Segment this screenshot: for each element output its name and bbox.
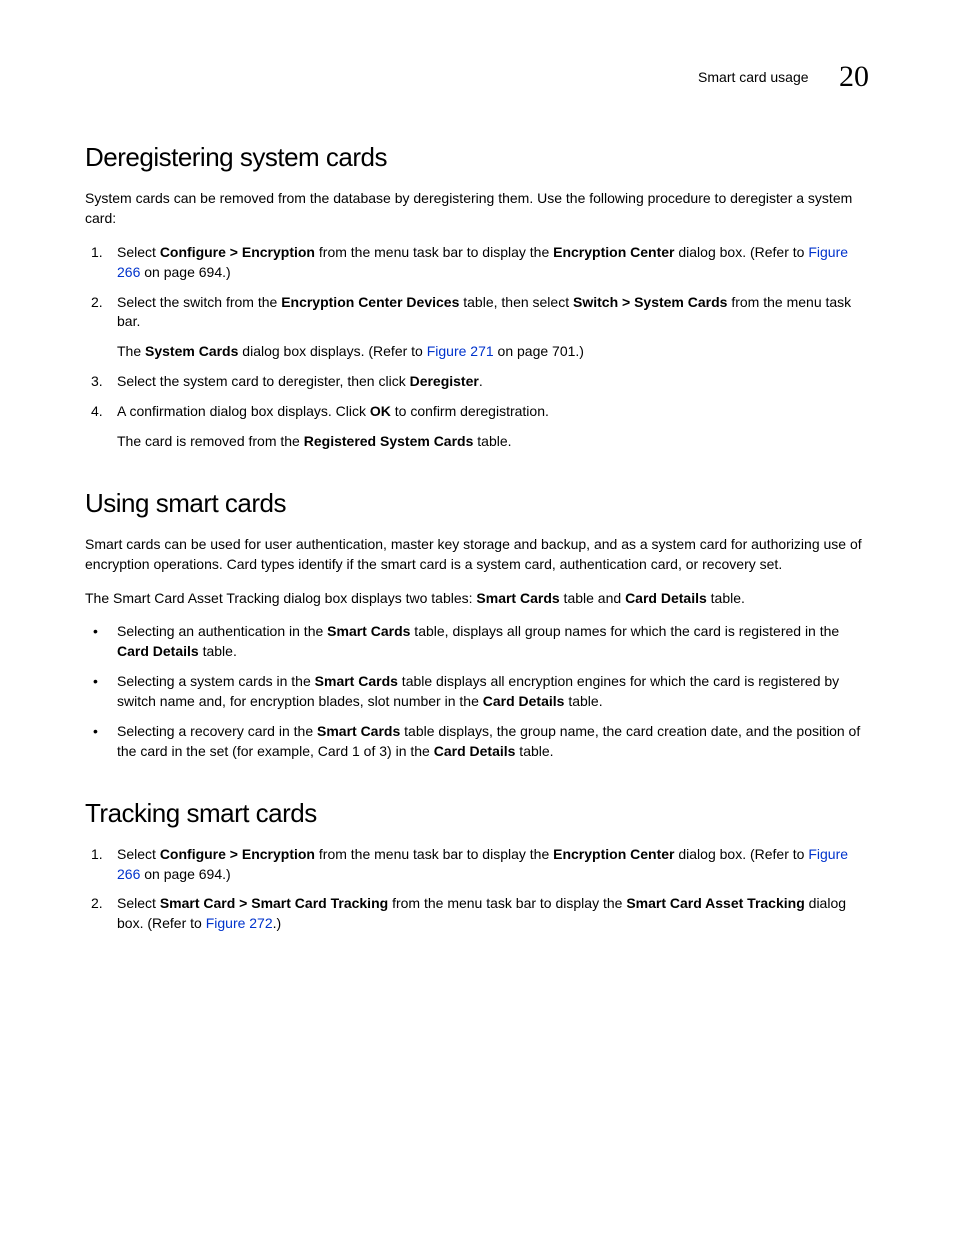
text: dialog box displays. (Refer to bbox=[238, 343, 426, 359]
figure-link[interactable]: Figure 272 bbox=[206, 915, 273, 931]
text: .) bbox=[273, 915, 282, 931]
running-header: Smart card usage 20 bbox=[85, 60, 869, 94]
text: Select bbox=[117, 895, 160, 911]
text: A confirmation dialog box displays. Clic… bbox=[117, 403, 370, 419]
bold-text: Card Details bbox=[625, 590, 707, 606]
bold-text: Smart Card Asset Tracking bbox=[626, 895, 804, 911]
body-paragraph: The Smart Card Asset Tracking dialog box… bbox=[85, 589, 869, 609]
bold-text: Card Details bbox=[117, 643, 199, 659]
sub-paragraph: The System Cards dialog box displays. (R… bbox=[117, 342, 869, 362]
header-section-label: Smart card usage bbox=[698, 69, 809, 85]
list-item: Selecting an authentication in the Smart… bbox=[85, 622, 869, 662]
body-paragraph: Smart cards can be used for user authent… bbox=[85, 535, 869, 575]
bold-text: Registered System Cards bbox=[304, 433, 474, 449]
text: on page 701.) bbox=[494, 343, 584, 359]
bold-text: Smart Card > Smart Card Tracking bbox=[160, 895, 388, 911]
text: dialog box. (Refer to bbox=[674, 846, 808, 862]
bold-text: Smart Cards bbox=[327, 623, 410, 639]
list-item: Select Configure > Encryption from the m… bbox=[85, 845, 869, 885]
list-item: Select Configure > Encryption from the m… bbox=[85, 243, 869, 283]
text: The card is removed from the bbox=[117, 433, 304, 449]
text: from the menu task bar to display the bbox=[388, 895, 626, 911]
bold-text: Card Details bbox=[483, 693, 565, 709]
list-item: Select the system card to deregister, th… bbox=[85, 372, 869, 392]
heading-using: Using smart cards bbox=[85, 488, 869, 519]
bold-text: Card Details bbox=[434, 743, 516, 759]
text: The Smart Card Asset Tracking dialog box… bbox=[85, 590, 476, 606]
text: table. bbox=[564, 693, 602, 709]
bold-text: OK bbox=[370, 403, 391, 419]
text: table and bbox=[560, 590, 625, 606]
list-item: Selecting a recovery card in the Smart C… bbox=[85, 722, 869, 762]
text: from the menu task bar to display the bbox=[315, 846, 553, 862]
list-item: Selecting a system cards in the Smart Ca… bbox=[85, 672, 869, 712]
list-item: Select Smart Card > Smart Card Tracking … bbox=[85, 894, 869, 934]
text: on page 694.) bbox=[140, 264, 230, 280]
bold-text: System Cards bbox=[145, 343, 238, 359]
text: Select the system card to deregister, th… bbox=[117, 373, 410, 389]
bold-text: Encryption Center bbox=[553, 846, 674, 862]
intro-paragraph: System cards can be removed from the dat… bbox=[85, 189, 869, 229]
text: dialog box. (Refer to bbox=[674, 244, 808, 260]
text: to confirm deregistration. bbox=[391, 403, 549, 419]
text: from the menu task bar to display the bbox=[315, 244, 553, 260]
text: Select bbox=[117, 846, 160, 862]
bold-text: Encryption Center bbox=[553, 244, 674, 260]
sub-paragraph: The card is removed from the Registered … bbox=[117, 432, 869, 452]
bold-text: Smart Cards bbox=[476, 590, 559, 606]
text: Selecting a system cards in the bbox=[117, 673, 315, 689]
text: table. bbox=[515, 743, 553, 759]
text: Selecting a recovery card in the bbox=[117, 723, 317, 739]
heading-tracking: Tracking smart cards bbox=[85, 798, 869, 829]
using-bullets: Selecting an authentication in the Smart… bbox=[85, 622, 869, 761]
bold-text: Configure > Encryption bbox=[160, 244, 315, 260]
tracking-steps: Select Configure > Encryption from the m… bbox=[85, 845, 869, 935]
deregister-steps: Select Configure > Encryption from the m… bbox=[85, 243, 869, 452]
bold-text: Smart Cards bbox=[315, 673, 398, 689]
heading-deregistering: Deregistering system cards bbox=[85, 142, 869, 173]
list-item: Select the switch from the Encryption Ce… bbox=[85, 293, 869, 363]
bold-text: Encryption Center Devices bbox=[281, 294, 459, 310]
text: Select bbox=[117, 244, 160, 260]
text: The bbox=[117, 343, 145, 359]
text: table. bbox=[707, 590, 745, 606]
text: Selecting an authentication in the bbox=[117, 623, 327, 639]
bold-text: Switch > System Cards bbox=[573, 294, 727, 310]
bold-text: Configure > Encryption bbox=[160, 846, 315, 862]
text: table, displays all group names for whic… bbox=[410, 623, 839, 639]
page: Smart card usage 20 Deregistering system… bbox=[0, 0, 954, 1008]
list-item: A confirmation dialog box displays. Clic… bbox=[85, 402, 869, 452]
text: table, then select bbox=[459, 294, 573, 310]
text: on page 694.) bbox=[140, 866, 230, 882]
figure-link[interactable]: Figure 271 bbox=[427, 343, 494, 359]
header-chapter-number: 20 bbox=[839, 60, 869, 94]
bold-text: Deregister bbox=[410, 373, 479, 389]
text: Select the switch from the bbox=[117, 294, 281, 310]
text: . bbox=[479, 373, 483, 389]
text: table. bbox=[199, 643, 237, 659]
bold-text: Smart Cards bbox=[317, 723, 400, 739]
text: table. bbox=[473, 433, 511, 449]
